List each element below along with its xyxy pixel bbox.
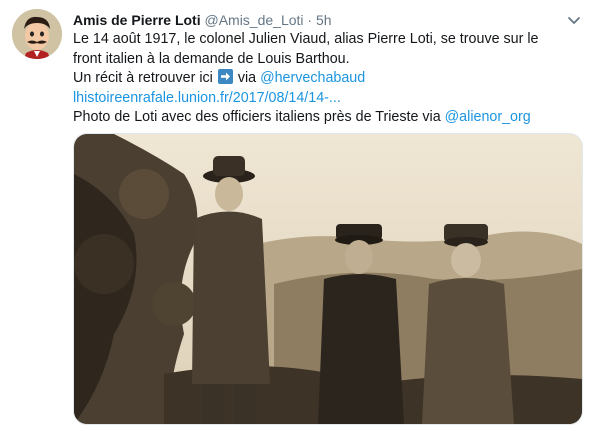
author-handle[interactable]: @Amis_de_Loti — [204, 12, 303, 28]
right-arrow-icon — [217, 69, 233, 84]
sepia-photo-image — [74, 134, 582, 424]
avatar[interactable] — [12, 9, 62, 59]
tweet-timestamp[interactable]: 5h — [316, 12, 332, 28]
tweet-card[interactable]: Amis de Pierre Loti @Amis_de_Loti · 5h L… — [0, 0, 598, 431]
tweet-text: Le 14 août 1917, le colonel Julien Viaud… — [73, 30, 578, 128]
tweet-line-4: lhistoireenrafale.lunion.fr/2017/08/14/1… — [73, 89, 578, 109]
tweet-photo[interactable] — [73, 133, 583, 425]
line3-prefix: Un récit à retrouver ici — [73, 70, 213, 86]
chevron-down-icon[interactable] — [566, 12, 582, 28]
tweet-header: Amis de Pierre Loti @Amis_de_Loti · 5h — [73, 11, 332, 29]
line5-prefix: Photo de Loti avec des officiers italien… — [73, 109, 441, 125]
tweet-line-1: Le 14 août 1917, le colonel Julien Viaud… — [73, 31, 539, 47]
mention-hervechabaud[interactable]: @hervechabaud — [260, 70, 365, 86]
tweet-line-3: Un récit à retrouver ici via @hervechaba… — [73, 69, 578, 89]
mention-alienor[interactable]: @alienor_org — [445, 109, 531, 125]
tweet-line-5: Photo de Loti avec des officiers italien… — [73, 108, 578, 128]
tweet-line-2: front italien à la demande de Louis Bart… — [73, 50, 350, 67]
via-label: via — [237, 70, 257, 86]
cartoon-avatar-icon — [12, 9, 62, 59]
separator-dot: · — [307, 12, 313, 28]
article-link[interactable]: lhistoireenrafale.lunion.fr/2017/08/14/1… — [73, 90, 341, 106]
author-name[interactable]: Amis de Pierre Loti — [73, 12, 201, 28]
